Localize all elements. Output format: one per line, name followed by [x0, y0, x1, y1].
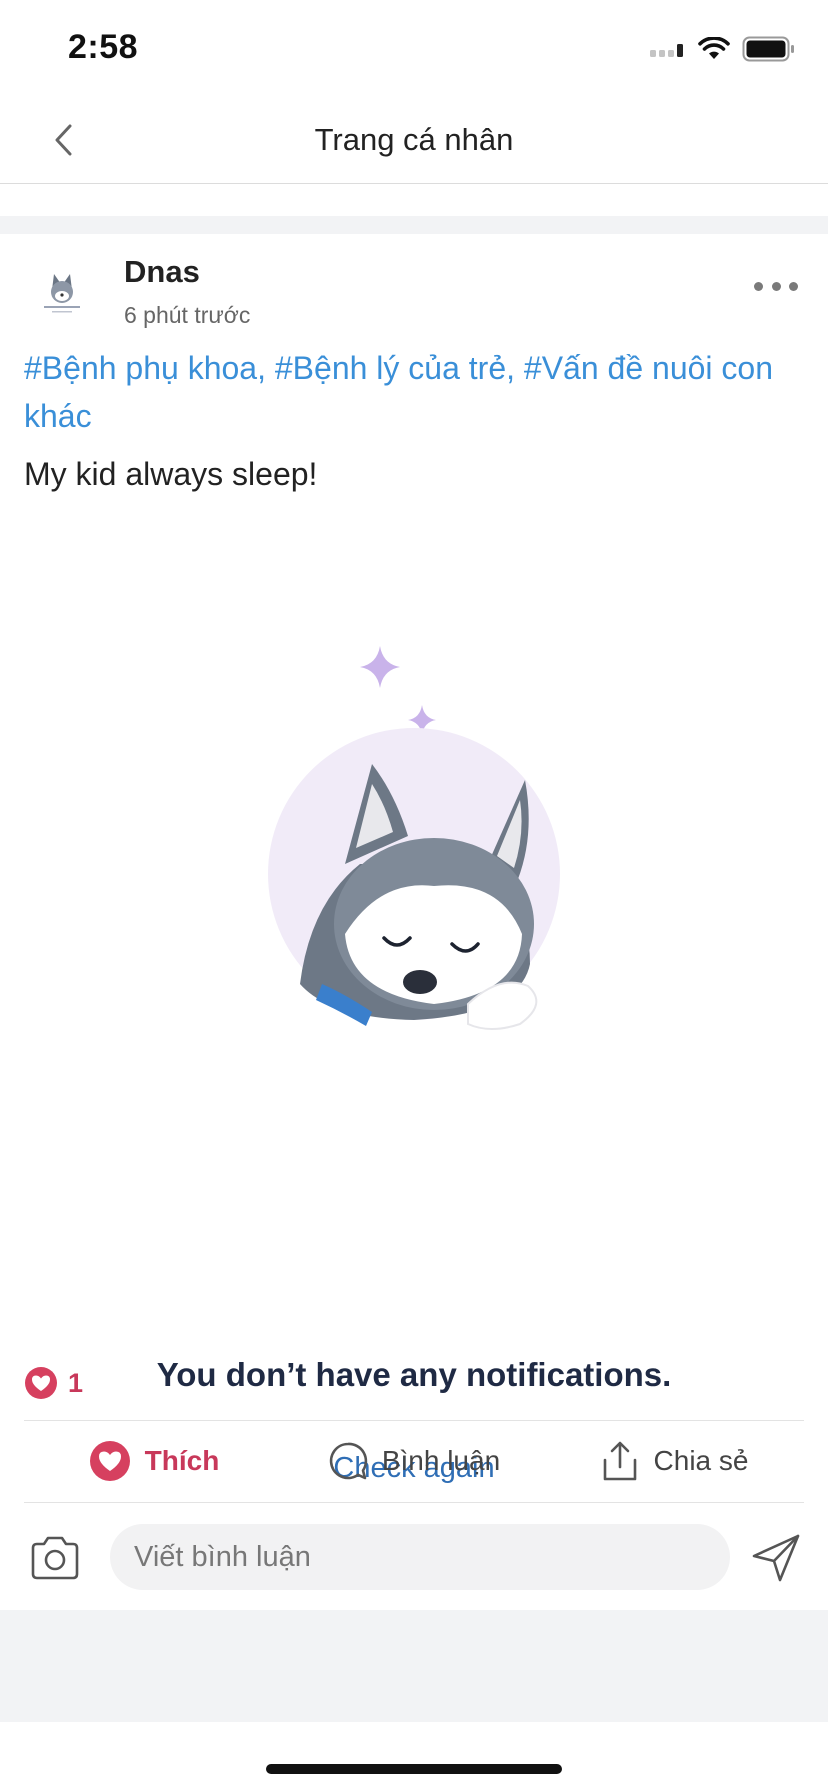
- section-separator: [0, 216, 828, 234]
- post-card: Dnas 6 phút trước #Bệnh phụ khoa, #Bệnh …: [0, 234, 828, 1610]
- share-label: Chia sẻ: [653, 1445, 749, 1476]
- like-button[interactable]: Thích: [24, 1421, 284, 1501]
- heart-reaction-icon: [25, 1367, 57, 1399]
- avatar[interactable]: [30, 260, 94, 324]
- battery-icon: [742, 36, 794, 62]
- signal-icon: [650, 44, 683, 57]
- empty-state-title: You don’t have any notifications.: [156, 1356, 672, 1393]
- comment-label: Bình luận: [381, 1445, 501, 1476]
- nav-bar: Trang cá nhân: [0, 96, 828, 184]
- husky-avatar-icon: [44, 274, 80, 313]
- share-icon: [603, 1441, 636, 1481]
- post-body: My kid always sleep!: [24, 456, 318, 492]
- heart-icon: [89, 1441, 130, 1481]
- status-icons: [650, 34, 796, 64]
- sleeping-husky-illustration: [268, 646, 560, 1030]
- camera-button[interactable]: [28, 1534, 82, 1584]
- home-indicator[interactable]: [266, 1764, 562, 1774]
- status-time: 2:58: [68, 28, 139, 66]
- author-name[interactable]: Dnas: [124, 254, 200, 290]
- home-indicator-area: [0, 1722, 828, 1792]
- like-label: Thích: [144, 1445, 220, 1476]
- comment-button[interactable]: Bình luận: [284, 1421, 544, 1501]
- camera-icon: [31, 1536, 79, 1580]
- divider: [24, 1502, 804, 1503]
- more-options-button[interactable]: [754, 274, 798, 298]
- share-button[interactable]: Chia sẻ: [544, 1421, 804, 1501]
- comment-input[interactable]: [110, 1524, 730, 1590]
- screen: 2:58 Trang cá nhân Dnas 6 phút trước #Bệ…: [0, 0, 828, 1792]
- more-dot-icon: [754, 281, 763, 291]
- send-icon: [752, 1534, 800, 1582]
- post-timestamp: 6 phút trước: [124, 302, 251, 328]
- status-bar: 2:58: [0, 0, 828, 96]
- comment-bubble-icon: [329, 1442, 368, 1480]
- reaction-count: 1: [68, 1367, 84, 1398]
- comment-bar: [0, 1524, 828, 1594]
- more-dot-icon: [771, 281, 781, 291]
- send-button[interactable]: [750, 1532, 802, 1584]
- more-dot-icon: [789, 281, 798, 291]
- post-hashtags[interactable]: #Bệnh phụ khoa, #Bệnh lý của trẻ, #Vấn đ…: [24, 344, 784, 440]
- reaction-summary[interactable]: 1: [24, 1366, 83, 1400]
- wifi-icon: [698, 37, 730, 59]
- post-actions: Thích Bình luận Chia sẻ: [24, 1421, 804, 1501]
- post-image[interactable]: You don’t have any notifications. Check …: [0, 534, 828, 1484]
- page-title: Trang cá nhân: [314, 122, 514, 157]
